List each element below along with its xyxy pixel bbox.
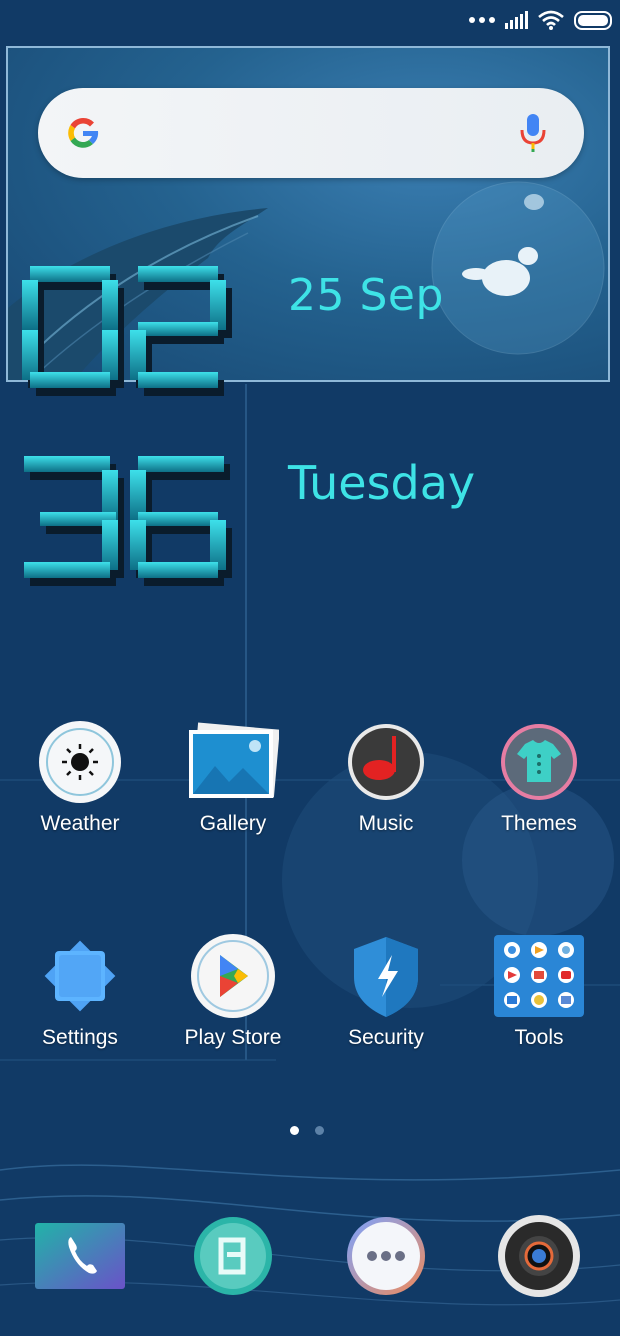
app-settings[interactable]: Settings — [5, 932, 155, 1050]
app-label: Gallery — [199, 812, 267, 835]
dock-more-apps[interactable] — [341, 1214, 431, 1298]
day-label: Tuesday — [288, 456, 476, 510]
google-search-bar[interactable] — [38, 88, 584, 178]
app-label: Tools — [514, 1026, 564, 1049]
app-themes[interactable]: Themes — [464, 718, 614, 836]
messaging-icon — [194, 1217, 272, 1295]
app-label: Music — [358, 812, 414, 835]
play-store-icon — [191, 934, 275, 1018]
app-tools-folder[interactable]: Tools — [464, 932, 614, 1050]
music-note-icon — [348, 724, 424, 800]
app-label: Play Store — [184, 1026, 282, 1049]
signal-icon — [505, 11, 528, 29]
more-apps-icon — [347, 1217, 425, 1295]
page-dot-active[interactable] — [290, 1126, 299, 1135]
tools-folder-icon — [494, 935, 584, 1017]
camera-icon — [498, 1215, 580, 1297]
status-bar — [0, 0, 620, 44]
gallery-photos-icon — [189, 722, 279, 798]
app-label: Themes — [501, 812, 577, 835]
page-dot[interactable] — [315, 1126, 324, 1135]
app-security[interactable]: Security — [311, 932, 461, 1050]
svg-text:02: 02 — [20, 260, 22, 261]
microphone-icon[interactable] — [518, 112, 548, 154]
settings-icon — [44, 940, 116, 1012]
dock-phone[interactable] — [35, 1214, 125, 1298]
battery-icon — [574, 10, 612, 30]
app-label: Security — [348, 1026, 424, 1049]
wifi-icon — [538, 10, 564, 30]
svg-text:36: 36 — [20, 450, 22, 451]
app-music[interactable]: Music — [311, 718, 461, 836]
app-gallery[interactable]: Gallery — [158, 718, 308, 836]
weather-sun-icon — [39, 721, 121, 803]
clock-hours: 02 — [20, 260, 232, 396]
dock-camera[interactable] — [494, 1214, 584, 1298]
google-logo-icon — [68, 117, 99, 148]
themes-shirt-icon — [501, 724, 577, 800]
app-label: Weather — [40, 812, 120, 835]
app-label: Settings — [42, 1026, 118, 1049]
more-dots-icon — [469, 17, 495, 23]
bubble-illustration — [431, 181, 605, 355]
security-shield-icon — [354, 937, 418, 1017]
phone-icon — [35, 1223, 125, 1289]
app-play-store[interactable]: Play Store — [158, 932, 308, 1050]
app-weather[interactable]: Weather — [5, 718, 155, 836]
date-label: 25 Sep — [288, 270, 444, 321]
clock-minutes: 36 — [20, 450, 232, 586]
page-indicator — [290, 1126, 324, 1135]
dock-messaging[interactable] — [188, 1214, 278, 1298]
